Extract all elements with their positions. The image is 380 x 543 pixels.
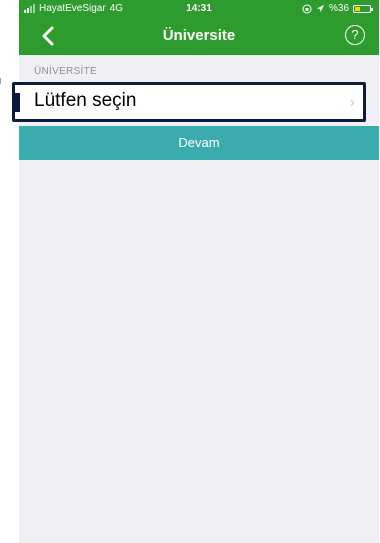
status-bar: HayatEveSigar 4G 14:31 %36 — [19, 0, 379, 17]
continue-button[interactable]: Devam — [19, 126, 379, 160]
edge-mark — [0, 78, 4, 84]
help-button[interactable]: ? — [345, 25, 365, 45]
chevron-right-icon: › — [349, 94, 355, 111]
help-circle-icon: ? — [351, 27, 359, 42]
lock-rotation-icon — [302, 4, 312, 13]
selection-marker — [15, 93, 20, 112]
section-label: ÜNİVERSİTE — [34, 66, 98, 77]
battery-fill — [355, 6, 361, 11]
university-select[interactable]: Lütfen seçin › — [12, 82, 366, 122]
status-right: %36 — [302, 0, 373, 17]
battery-icon — [353, 4, 373, 13]
phone-screen: HayatEveSigar 4G 14:31 %36 Üniversite ? … — [12, 0, 379, 543]
location-icon — [316, 4, 325, 13]
page-title: Üniversite — [162, 27, 236, 44]
navigation-bar: Üniversite ? — [19, 17, 379, 55]
battery-percent: %36 — [328, 3, 349, 14]
select-placeholder: Lütfen seçin — [34, 90, 137, 111]
